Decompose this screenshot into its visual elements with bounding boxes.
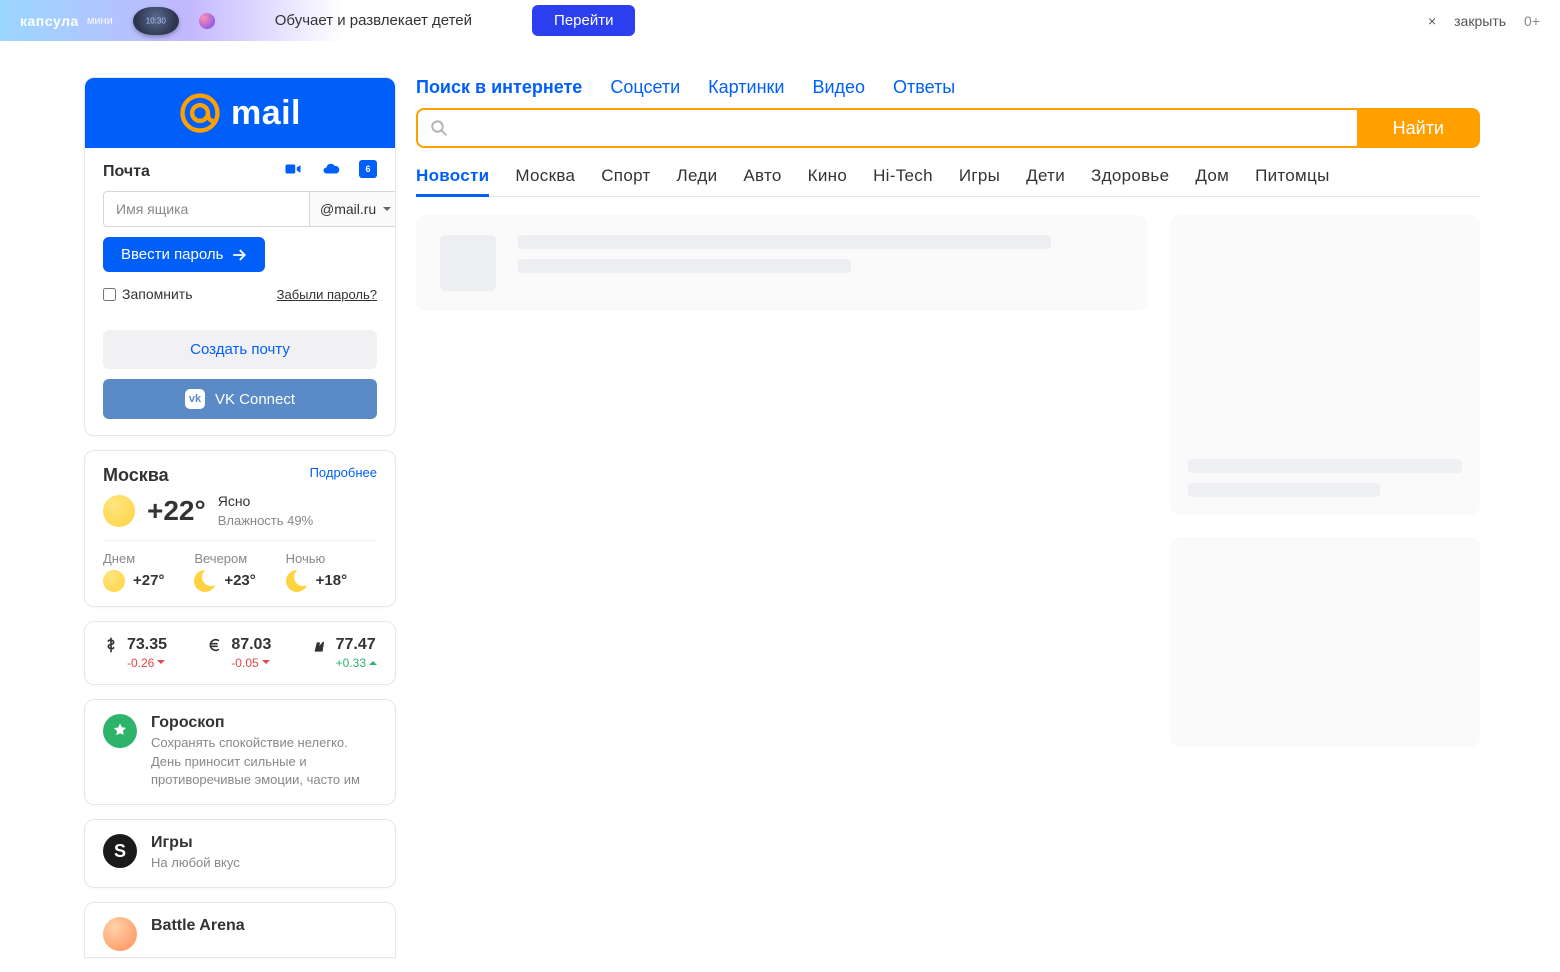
oil-icon: [312, 637, 328, 653]
news-skeleton: [416, 215, 1148, 311]
rate-usd: 73.35 -0.26: [103, 636, 167, 670]
search-tab-web[interactable]: Поиск в интернете: [416, 77, 582, 98]
aside-column: [1170, 215, 1480, 747]
tab-lady[interactable]: Леди: [677, 166, 718, 186]
tab-news[interactable]: Новости: [416, 166, 489, 186]
search-icon: [430, 119, 448, 137]
search-tab-answers[interactable]: Ответы: [893, 77, 955, 98]
moon-icon: [194, 570, 216, 592]
cloud-icon[interactable]: [321, 160, 341, 183]
weather-part-evening: Вечером +23°: [194, 551, 285, 592]
horoscope-card[interactable]: Гороскоп Сохранять спокойствие нелегко. …: [84, 699, 396, 806]
tab-pets[interactable]: Питомцы: [1255, 166, 1330, 186]
search-tab-video[interactable]: Видео: [812, 77, 865, 98]
promo-age-badge: 0+: [1524, 13, 1540, 29]
weather-card[interactable]: Москва Подробнее +22° Ясно Влажность 49%…: [84, 450, 396, 607]
skeleton-line: [518, 235, 1051, 249]
games-icon: S: [103, 834, 137, 868]
mail-logo[interactable]: mail: [85, 78, 395, 148]
mail-section-title[interactable]: Почта: [103, 163, 150, 181]
tab-health[interactable]: Здоровье: [1091, 166, 1169, 186]
moon-icon: [286, 570, 308, 592]
promo-orb-icon: [199, 13, 215, 29]
battle-arena-title: Battle Arena: [151, 917, 245, 935]
tab-moscow[interactable]: Москва: [515, 166, 575, 186]
promo-device-image: [121, 2, 191, 40]
rate-oil: 77.47 +0.33: [312, 636, 377, 670]
remember-checkbox[interactable]: Запомнить: [103, 286, 193, 302]
weather-parts: Днем +27° Вечером +23° Ночью +18°: [103, 540, 377, 592]
sun-icon: [103, 495, 135, 527]
horoscope-icon: [103, 714, 137, 748]
weather-city: Москва: [103, 465, 169, 486]
tab-home[interactable]: Дом: [1195, 166, 1229, 186]
tab-games[interactable]: Игры: [959, 166, 1000, 186]
video-icon[interactable]: [283, 160, 303, 183]
skeleton-thumb: [440, 235, 496, 291]
promo-close-button[interactable]: закрыть: [1454, 13, 1506, 29]
mail-brand-text: mail: [231, 94, 301, 133]
euro-icon: [207, 637, 223, 653]
at-icon: [179, 92, 221, 134]
skeleton-line: [518, 259, 851, 273]
weather-more-link[interactable]: Подробнее: [310, 465, 377, 480]
weather-part-day: Днем +27°: [103, 551, 194, 592]
create-mail-button[interactable]: Создать почту: [103, 330, 377, 369]
forgot-password-link[interactable]: Забыли пароль?: [277, 287, 377, 302]
weather-condition: Ясно: [218, 492, 313, 512]
main-column: Поиск в интернете Соцсети Картинки Видео…: [416, 77, 1480, 747]
enter-password-button[interactable]: Ввести пароль: [103, 237, 265, 272]
domain-select[interactable]: @mail.ru: [309, 191, 396, 227]
tab-auto[interactable]: Авто: [743, 166, 781, 186]
category-tabs: Новости Москва Спорт Леди Авто Кино Hi-T…: [416, 166, 1480, 197]
promo-bar: капсула мини Обучает и развлекает детей …: [0, 0, 1560, 41]
games-title: Игры: [151, 834, 240, 852]
rates-card[interactable]: 73.35 -0.26 87.03 -0.05 77.47: [84, 621, 396, 685]
promo-close-x[interactable]: ×: [1428, 13, 1436, 29]
sun-icon: [103, 570, 125, 592]
aside-placeholder: [1170, 537, 1480, 747]
search-bar: Найти: [416, 108, 1480, 148]
skeleton-line: [1188, 459, 1462, 473]
battle-arena-icon: [103, 917, 137, 951]
username-input[interactable]: [103, 191, 309, 227]
promo-cta-button[interactable]: Перейти: [532, 5, 635, 36]
battle-arena-card[interactable]: Battle Arena: [84, 902, 396, 958]
search-scope-tabs: Поиск в интернете Соцсети Картинки Видео…: [416, 77, 1480, 98]
search-input[interactable]: [456, 110, 1345, 146]
search-tab-social[interactable]: Соцсети: [610, 77, 680, 98]
horoscope-text: Сохранять спокойствие нелегко. День прин…: [151, 734, 377, 791]
games-card[interactable]: S Игры На любой вкус: [84, 819, 396, 888]
tab-hitech[interactable]: Hi-Tech: [873, 166, 933, 186]
rate-eur: 87.03 -0.05: [207, 636, 271, 670]
login-card: mail Почта 6 @mail.ru Ввести пароль: [84, 77, 396, 436]
vk-icon: vk: [185, 389, 205, 409]
tab-cinema[interactable]: Кино: [808, 166, 847, 186]
search-tab-images[interactable]: Картинки: [708, 77, 784, 98]
vk-connect-button[interactable]: vk VK Connect: [103, 379, 377, 419]
tab-kids[interactable]: Дети: [1026, 166, 1065, 186]
aside-placeholder: [1170, 215, 1480, 515]
games-subtitle: На любой вкус: [151, 854, 240, 873]
skeleton-line: [1188, 483, 1380, 497]
horoscope-title: Гороскоп: [151, 714, 377, 732]
calendar-icon[interactable]: 6: [359, 160, 377, 178]
weather-temp-now: +22°: [147, 495, 206, 527]
dollar-icon: [103, 637, 119, 653]
remember-checkbox-input[interactable]: [103, 288, 116, 301]
promo-product-name: капсула: [20, 13, 79, 29]
weather-humidity: Влажность 49%: [218, 512, 313, 530]
promo-product-suffix: мини: [87, 15, 113, 27]
promo-text: Обучает и развлекает детей: [275, 12, 472, 29]
promo-left: капсула мини: [20, 2, 215, 40]
tab-sport[interactable]: Спорт: [601, 166, 650, 186]
arrow-right-icon: [233, 249, 247, 261]
search-button[interactable]: Найти: [1357, 108, 1480, 148]
weather-part-night: Ночью +18°: [286, 551, 377, 592]
sidebar: mail Почта 6 @mail.ru Ввести пароль: [84, 77, 396, 972]
